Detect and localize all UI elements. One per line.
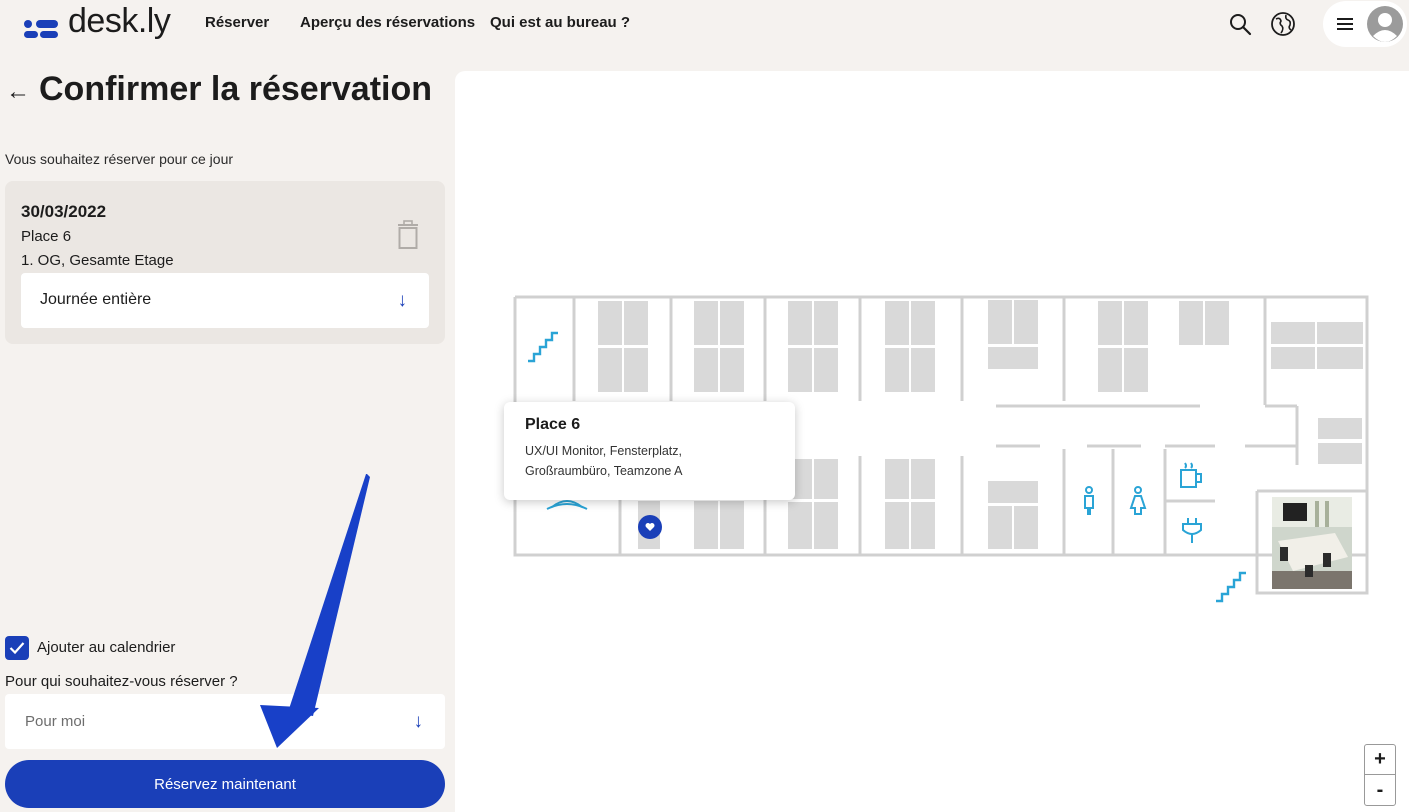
nav-reserve[interactable]: Réserver: [205, 14, 269, 31]
seat-tooltip: Place 6 UX/UI Monitor, Fensterplatz, Gro…: [504, 402, 795, 500]
logo-mark-icon: [22, 9, 62, 38]
calendar-checkbox[interactable]: [5, 636, 29, 660]
zoom-out-button[interactable]: -: [1365, 775, 1395, 805]
meeting-room-photo: [1272, 497, 1352, 589]
for-who-value: Pour moi: [25, 713, 86, 730]
stairs-icon: [528, 331, 558, 363]
plug-icon: [1182, 518, 1202, 543]
duration-value: Journée entière: [40, 291, 152, 308]
team-icon: [546, 500, 588, 510]
back-arrow-icon[interactable]: ←: [6, 78, 30, 106]
day-label: Vous souhaitez réserver pour ce jour: [5, 151, 234, 167]
booking-floor: 1. OG, Gesamte Etage: [21, 252, 174, 269]
book-now-button[interactable]: Réservez maintenant: [5, 760, 445, 808]
page-title: Confirmer la réservation: [39, 70, 433, 108]
booking-place: Place 6: [21, 228, 72, 245]
coffee-icon: [1180, 462, 1202, 488]
arrow-down-icon: ↓: [413, 711, 424, 732]
brand-logo[interactable]: desk.ly: [22, 2, 171, 41]
zoom-controls: + -: [1364, 744, 1396, 806]
for-who-label: Pour qui souhaitez-vous réserver ?: [5, 673, 238, 690]
stairs-icon: [1216, 571, 1246, 603]
for-who-select[interactable]: Pour moi ↓: [5, 694, 445, 749]
brand-name: desk.ly: [68, 2, 171, 40]
tooltip-description: UX/UI Monitor, Fensterplatz, Großraumbür…: [525, 444, 683, 478]
arrow-down-icon: ↓: [397, 290, 408, 311]
nav-overview[interactable]: Aperçu des réservations: [300, 14, 475, 31]
avatar-icon: [1367, 6, 1403, 42]
nav-who-in-office[interactable]: Qui est au bureau ?: [490, 14, 630, 31]
user-menu[interactable]: [1323, 1, 1407, 47]
booking-card: 30/03/2022 Place 6 1. OG, Gesamte Etage …: [5, 181, 445, 344]
menu-icon: [1337, 18, 1353, 30]
zoom-in-button[interactable]: +: [1365, 745, 1395, 775]
search-icon[interactable]: [1226, 10, 1254, 38]
checkmark-icon: [9, 642, 25, 655]
globe-icon[interactable]: [1269, 10, 1297, 38]
top-bar: desk.ly Réserver Aperçu des réservations…: [0, 0, 1409, 48]
floor-map[interactable]: Place 6 UX/UI Monitor, Fensterplatz, Gro…: [455, 71, 1409, 812]
booking-date: 30/03/2022: [21, 202, 107, 221]
tooltip-title: Place 6: [525, 416, 581, 433]
calendar-label[interactable]: Ajouter au calendrier: [37, 639, 175, 656]
trash-icon[interactable]: [396, 220, 420, 250]
duration-select[interactable]: Journée entière ↓: [21, 273, 429, 328]
